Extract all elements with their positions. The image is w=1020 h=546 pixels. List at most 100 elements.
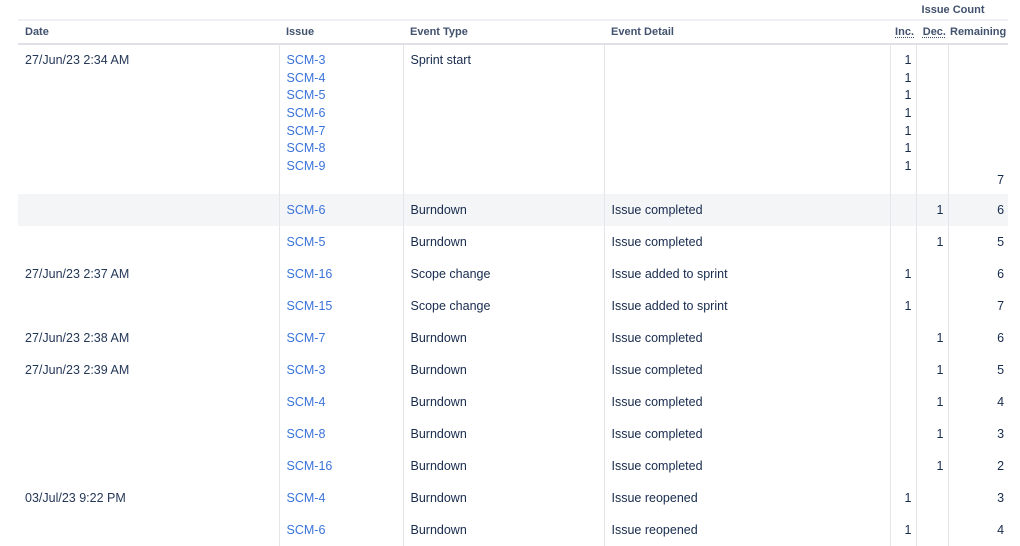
date-cell (18, 290, 279, 322)
event-row: 27/Jun/23 2:39 AM SCM-3 Burndown Issue comp… (18, 353, 1009, 386)
inc-cell: 1 (889, 289, 916, 322)
issue-cell: SCM-4 (278, 481, 403, 514)
event-type-cell: Scope change (402, 289, 604, 322)
issue-link[interactable]: SCM-5 (287, 88, 326, 102)
remaining-cell: 6 (947, 257, 1009, 290)
remaining-cell: 5 (947, 353, 1009, 386)
dec-abbr: Dec. (922, 26, 946, 38)
inc-value: 1 (904, 70, 912, 85)
date-cell (18, 193, 279, 226)
event-row: 27/Jun/23 2:37 AM SCM-16 Scope change Issue… (18, 257, 1009, 290)
event-row: SCM-15 Scope change Issue added to sprint 1… (18, 289, 1009, 322)
column-header-remaining: Remaining (948, 20, 1009, 45)
issue-cell: SCM-16 (278, 257, 403, 290)
event-detail-cell: Issue added to sprint (603, 289, 890, 322)
event-detail-cell: Issue completed (603, 417, 890, 450)
issue-link[interactable]: SCM-16 (287, 459, 333, 473)
dec-cell (915, 289, 948, 322)
inc-value: 1 (904, 159, 912, 174)
issue-link[interactable]: SCM-8 (287, 141, 326, 155)
event-type-cell: Burndown (402, 385, 604, 418)
column-header-dec: Dec. (916, 20, 948, 45)
event-type-cell: Burndown (402, 193, 604, 226)
remaining-cell: 4 (947, 385, 1009, 418)
issue-count-group-header: Issue Count (890, 0, 1009, 21)
event-type-cell: Scope change (402, 257, 604, 290)
issue-cell: SCM-7 (278, 321, 403, 354)
issue-list-cell: SCM-3 SCM-4 SCM-5 SCM-6 SCM-7 SCM-8 SCM-… (278, 44, 403, 194)
dec-cell (915, 481, 948, 514)
dec-cell (915, 257, 948, 290)
issue-link[interactable]: SCM-8 (287, 427, 326, 441)
issue-link[interactable]: SCM-9 (287, 159, 326, 173)
date-cell (18, 226, 279, 258)
date-cell: 27/Jun/23 2:38 AM (25, 330, 130, 345)
issue-link[interactable]: SCM-6 (287, 106, 326, 120)
event-row: 03/Jul/23 9:22 PM SCM-4 Burndown Issue reop… (18, 481, 1009, 514)
issue-cell: SCM-5 (278, 225, 403, 258)
dec-cell: 1 (915, 385, 948, 418)
event-type-cell: Burndown (402, 353, 604, 386)
column-header-row: Date Issue Event Type Event Detail Inc. … (18, 20, 1009, 45)
event-row: SCM-4 Burndown Issue completed 1 4 (18, 385, 1009, 418)
remaining-cell: 7 (947, 289, 1009, 322)
issue-cell: SCM-4 (278, 385, 403, 418)
column-header-event-type: Event Type (403, 20, 604, 45)
date-cell (18, 450, 279, 482)
event-type-cell: Burndown (402, 225, 604, 258)
inc-value: 1 (904, 141, 912, 156)
date-cell (18, 418, 279, 450)
dec-cell: 1 (915, 321, 948, 354)
inc-abbr: Inc. (895, 26, 914, 38)
column-header-date: Date (18, 20, 279, 45)
remaining-cell: 2 (947, 449, 1009, 482)
issue-link[interactable]: SCM-3 (287, 53, 326, 67)
issue-link[interactable]: SCM-15 (287, 299, 333, 313)
inc-cell: 1 (889, 257, 916, 290)
issue-cell: SCM-8 (278, 417, 403, 450)
inc-cell (889, 321, 916, 354)
inc-cell (889, 449, 916, 482)
dec-cell: 1 (915, 193, 948, 226)
event-row: SCM-8 Burndown Issue completed 1 3 (18, 417, 1009, 450)
event-detail-cell: Issue completed (603, 385, 890, 418)
event-detail-cell: Issue completed (603, 225, 890, 258)
inc-cell: 1 1 1 1 1 1 1 (889, 44, 916, 194)
issue-link[interactable]: SCM-3 (287, 363, 326, 377)
date-cell: 27/Jun/23 2:37 AM (25, 266, 130, 281)
issue-link[interactable]: SCM-7 (287, 331, 326, 345)
dec-cell: 1 (915, 449, 948, 482)
date-cell (18, 386, 279, 418)
sprint-report-table-container: Issue Count Date Issue Event Type Event … (18, 0, 1009, 546)
date-cell: 27/Jun/23 2:34 AM (25, 53, 130, 67)
remaining-cell: 6 (947, 193, 1009, 226)
issue-link[interactable]: SCM-16 (287, 267, 333, 281)
issue-link[interactable]: SCM-4 (287, 71, 326, 85)
inc-cell (889, 353, 916, 386)
event-type-cell: Burndown (402, 449, 604, 482)
inc-value: 1 (904, 88, 912, 103)
inc-cell (889, 385, 916, 418)
event-row: SCM-5 Burndown Issue completed 1 5 (18, 225, 1009, 258)
group-header-row: Issue Count (18, 0, 1009, 21)
dec-cell (915, 44, 948, 194)
inc-value: 1 (904, 106, 912, 121)
inc-cell (889, 225, 916, 258)
issue-link[interactable]: SCM-5 (287, 235, 326, 249)
inc-value: 1 (904, 123, 912, 138)
remaining-cell: 3 (947, 417, 1009, 450)
dec-cell: 1 (915, 353, 948, 386)
issue-link[interactable]: SCM-6 (287, 203, 326, 217)
issue-link[interactable]: SCM-4 (287, 395, 326, 409)
remaining-cell: 5 (947, 225, 1009, 258)
issue-link[interactable]: SCM-6 (287, 523, 326, 537)
issue-cell: SCM-15 (278, 289, 403, 322)
column-header-inc: Inc. (890, 20, 916, 45)
issue-link[interactable]: SCM-7 (287, 124, 326, 138)
event-row: 27/Jun/23 2:38 AM SCM-7 Burndown Issue comp… (18, 321, 1009, 354)
dec-cell: 1 (915, 417, 948, 450)
event-detail-cell: Issue added to sprint (603, 257, 890, 290)
event-detail-cell: Issue completed (603, 449, 890, 482)
issue-link[interactable]: SCM-4 (287, 491, 326, 505)
event-row: SCM-6 Burndown Issue completed 1 6 (18, 193, 1009, 226)
